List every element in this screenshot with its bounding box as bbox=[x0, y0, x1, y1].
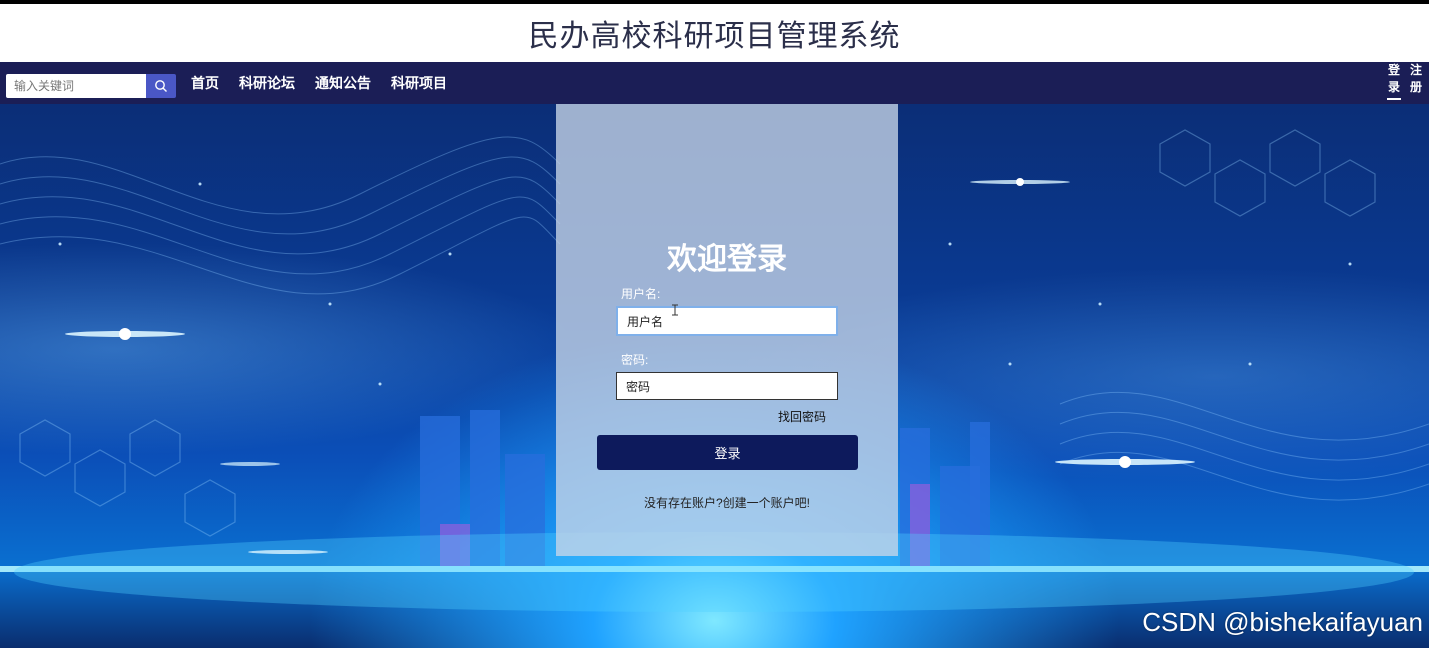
forgot-password-link[interactable]: 找回密码 bbox=[778, 408, 826, 425]
nav-menu: 首页 科研论坛 通知公告 科研项目 bbox=[191, 62, 467, 104]
nav-notices[interactable]: 通知公告 bbox=[315, 73, 371, 93]
navbar: 首页 科研论坛 通知公告 科研项目 登录 注册 bbox=[0, 62, 1429, 104]
register-link[interactable]: 注册 bbox=[1409, 62, 1423, 104]
text-cursor-icon bbox=[672, 304, 678, 316]
login-panel: 欢迎登录 用户名: 密码: 找回密码 登录 没有存在账户?创建一个账户吧! bbox=[556, 104, 898, 556]
search-box bbox=[6, 74, 176, 98]
auth-links: 登录 注册 bbox=[1379, 62, 1423, 104]
password-input[interactable] bbox=[616, 372, 838, 400]
nav-forum[interactable]: 科研论坛 bbox=[239, 73, 295, 93]
watermark: CSDN @bishekaifayuan bbox=[1142, 607, 1423, 637]
site-title: 民办高校科研项目管理系统 bbox=[528, 20, 901, 53]
search-icon bbox=[155, 80, 167, 92]
password-label: 密码: bbox=[621, 353, 649, 367]
header: 民办高校科研项目管理系统 bbox=[0, 4, 1429, 62]
nav-projects[interactable]: 科研项目 bbox=[391, 73, 447, 93]
register-prompt-link[interactable]: 没有存在账户?创建一个账户吧! bbox=[556, 494, 898, 511]
search-button[interactable] bbox=[146, 74, 176, 98]
login-title: 欢迎登录 bbox=[667, 243, 787, 276]
nav-home[interactable]: 首页 bbox=[191, 73, 219, 93]
search-input[interactable] bbox=[6, 74, 146, 98]
login-button[interactable]: 登录 bbox=[597, 435, 858, 470]
username-label: 用户名: bbox=[621, 287, 661, 301]
username-input[interactable] bbox=[616, 306, 838, 336]
login-link[interactable]: 登录 bbox=[1387, 62, 1401, 100]
